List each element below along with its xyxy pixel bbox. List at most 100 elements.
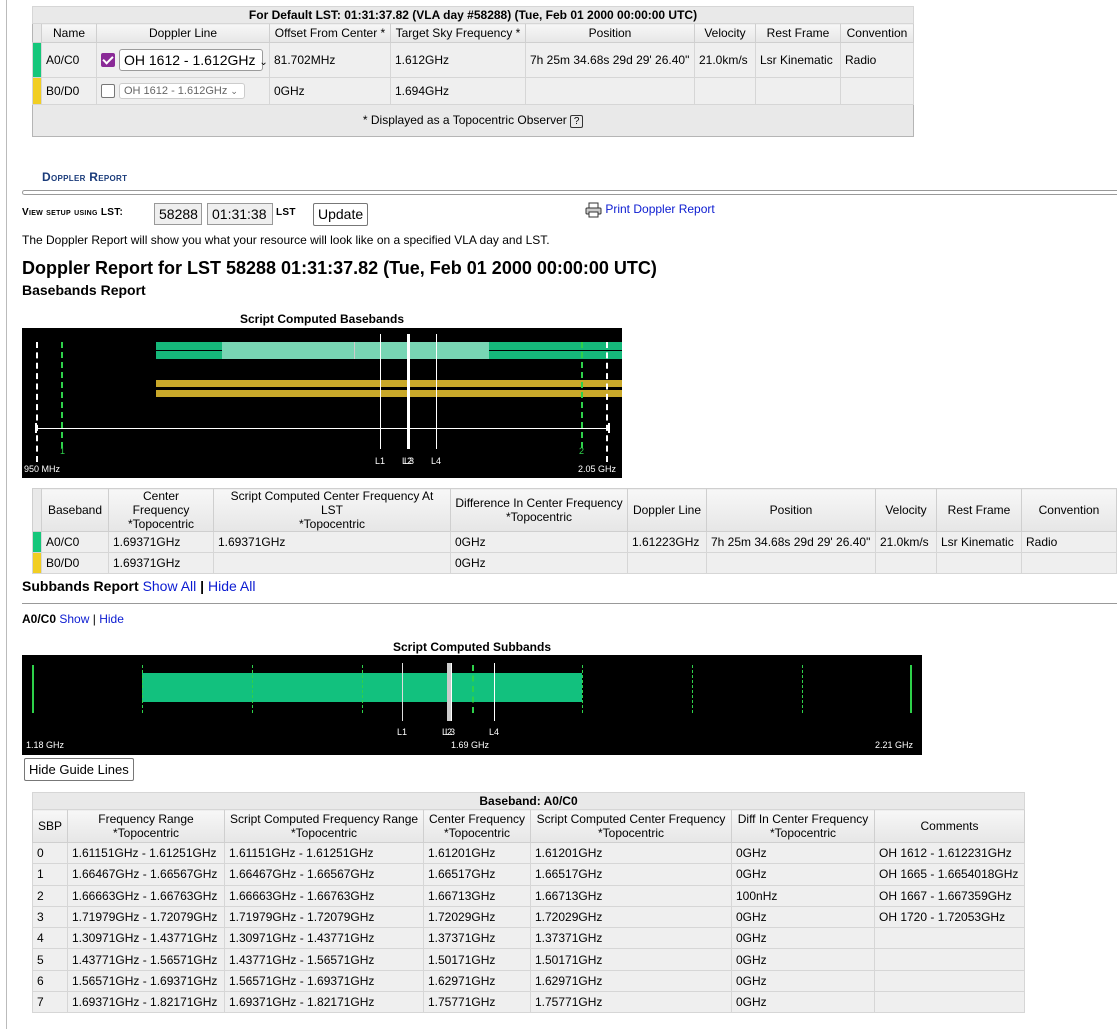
guide-line bbox=[142, 665, 143, 713]
position-cell bbox=[525, 77, 695, 105]
doppler-line-select[interactable]: OH 1612 - 1.612GHz ⌄ bbox=[119, 49, 268, 71]
guide-line bbox=[802, 665, 803, 713]
bb-doppler-line: 1.61223GHz bbox=[627, 531, 707, 553]
sbp-comment: OH 1612 - 1.612231GHz bbox=[874, 841, 1025, 865]
rest-frame-cell bbox=[755, 77, 841, 105]
doppler-line-select[interactable]: OH 1612 - 1.612GHz ⌄ bbox=[119, 83, 245, 99]
sbp-diff: 0GHz bbox=[731, 905, 875, 929]
axis-tick bbox=[35, 423, 37, 433]
basebands-heading: Basebands Report bbox=[22, 282, 146, 298]
spectral-line-l1 bbox=[380, 334, 381, 449]
doppler-line-cell: OH 1612 - 1.612GHz ⌄ bbox=[96, 77, 270, 105]
table-row: 4 1.30971GHz - 1.43771GHz 1.30971GHz - 1.4… bbox=[32, 927, 1025, 950]
doppler-line-cell: OH 1612 - 1.612GHz ⌄ bbox=[96, 42, 270, 78]
sbp-diff: 0GHz bbox=[731, 991, 875, 1014]
x-max-label: 2.05 GHz bbox=[578, 464, 617, 474]
bb-col-velocity: Velocity bbox=[875, 488, 937, 532]
subband-chart-title: Script Computed Subbands bbox=[392, 640, 551, 654]
chevron-down-icon: ⌄ bbox=[259, 57, 268, 68]
bb-position: 7h 25m 34.68s 29d 29' 26.40" bbox=[706, 531, 876, 553]
help-icon[interactable]: ? bbox=[570, 115, 584, 128]
enable-checkbox[interactable] bbox=[101, 53, 115, 67]
baseband-table: Baseband Center Frequency *Topocentric Sc… bbox=[32, 488, 1117, 574]
bb-col-script-center: Script Computed Center Frequency At LST *… bbox=[213, 488, 451, 532]
sbp-freq-range: 1.56571GHz - 1.69371GHz bbox=[67, 969, 225, 993]
line-label-l3: L3 bbox=[404, 456, 415, 466]
bb-convention: Radio bbox=[1021, 531, 1117, 553]
section-divider bbox=[22, 190, 1117, 195]
guide-line bbox=[606, 342, 608, 462]
sbp-script-range: 1.69371GHz - 1.82171GHz bbox=[224, 991, 424, 1014]
update-button[interactable]: Update bbox=[313, 203, 369, 226]
x-max-label: 2.21 GHz bbox=[875, 740, 914, 750]
sbp-diff: 0GHz bbox=[731, 841, 875, 865]
bb-diff: 0GHz bbox=[450, 531, 628, 553]
color-swatch bbox=[32, 531, 42, 553]
lst-day-input[interactable]: 58288 bbox=[154, 203, 202, 225]
sbp-diff: 100nHz bbox=[731, 884, 875, 907]
separator: | bbox=[200, 578, 205, 594]
subbands-heading-row: Subbands Report Show All | Hide All bbox=[22, 578, 255, 594]
guide-line bbox=[582, 665, 583, 713]
sbp-col-script-center: Script Computed Center Frequency *Topocen… bbox=[530, 809, 732, 843]
convention-cell bbox=[840, 77, 914, 105]
print-report-link[interactable]: Print Doppler Report bbox=[605, 202, 714, 216]
print-report-link-wrap[interactable]: Print Doppler Report bbox=[585, 202, 715, 218]
table-row: 7 1.69371GHz - 1.82171GHz 1.69371GHz - 1.8… bbox=[32, 991, 1025, 1014]
sbp-index: 6 bbox=[32, 969, 68, 993]
sbp-center: 1.50171GHz bbox=[423, 948, 531, 971]
guide-line bbox=[692, 665, 693, 713]
sbp-col-diff: Diff In Center Frequency *Topocentric bbox=[731, 809, 875, 843]
bb-convention bbox=[1021, 552, 1117, 574]
line-label-l4: L4 bbox=[431, 456, 442, 466]
show-all-link[interactable]: Show All bbox=[143, 578, 197, 594]
lst-time-input[interactable]: 01:31:38 bbox=[207, 203, 273, 225]
sbp-col-script-range: Script Computed Frequency Range *Topocent… bbox=[224, 809, 424, 843]
guide-line bbox=[910, 665, 912, 713]
sbp-center: 1.66517GHz bbox=[423, 863, 531, 886]
sbp-comment: OH 1665 - 1.6654018GHz bbox=[874, 863, 1025, 886]
spectral-line-l3 bbox=[409, 334, 410, 449]
footnote-cell: * Displayed as a Topocentric Observer ? bbox=[33, 105, 914, 137]
target-cell: 1.612GHz bbox=[390, 42, 526, 78]
sbp-freq-range: 1.71979GHz - 1.72079GHz bbox=[67, 905, 225, 929]
guide-line bbox=[354, 342, 355, 359]
bb-toggle-row: A0/C0 Show | Hide bbox=[22, 612, 124, 626]
axis-line bbox=[35, 428, 610, 429]
enable-checkbox[interactable] bbox=[101, 84, 115, 98]
table-row: 2 1.66663GHz - 1.66763GHz 1.66663GHz - 1.6… bbox=[32, 884, 1025, 907]
guide-line bbox=[581, 342, 583, 448]
sbp-center: 1.75771GHz bbox=[423, 991, 531, 1014]
bb-doppler-line bbox=[627, 552, 707, 574]
sbp-index: 1 bbox=[32, 863, 68, 886]
hide-all-link[interactable]: Hide All bbox=[208, 578, 255, 594]
subbands-heading: Subbands Report bbox=[22, 578, 139, 594]
hide-guide-lines-button[interactable]: Hide Guide Lines bbox=[24, 758, 134, 781]
guide-label: 2 bbox=[579, 446, 585, 456]
table-row: 3 1.71979GHz - 1.72079GHz 1.71979GHz - 1.7… bbox=[32, 905, 1025, 929]
sbp-col-sbp: SBP bbox=[32, 809, 68, 843]
spectral-line-l1 bbox=[402, 663, 403, 721]
sbp-comment bbox=[874, 969, 1025, 993]
left-border bbox=[6, 0, 7, 1029]
bb-col-baseband: Baseband bbox=[41, 488, 109, 532]
sbp-script-center: 1.37371GHz bbox=[530, 927, 732, 950]
line-label-l1: L1 bbox=[375, 456, 386, 466]
guide-line bbox=[32, 665, 34, 713]
row-name: B0/D0 bbox=[41, 77, 97, 105]
sbp-script-center: 1.66713GHz bbox=[530, 884, 732, 907]
hide-link[interactable]: Hide bbox=[99, 612, 124, 626]
col-convention: Convention bbox=[840, 23, 914, 43]
sbp-col-center: Center Frequency *Topocentric bbox=[423, 809, 531, 843]
sbp-comment: OH 1667 - 1.667359GHz bbox=[874, 884, 1025, 907]
sbp-index: 2 bbox=[32, 884, 68, 907]
view-setup-label: View setup using LST: bbox=[22, 207, 124, 218]
table-row: 5 1.43771GHz - 1.56571GHz 1.43771GHz - 1.5… bbox=[32, 948, 1025, 971]
sbp-diff: 0GHz bbox=[731, 969, 875, 993]
offset-cell: 0GHz bbox=[269, 77, 391, 105]
lst-label: LST bbox=[276, 207, 296, 218]
table-row: 6 1.56571GHz - 1.69371GHz 1.56571GHz - 1.6… bbox=[32, 969, 1025, 993]
show-link[interactable]: Show bbox=[59, 612, 89, 626]
sbp-script-center: 1.50171GHz bbox=[530, 948, 732, 971]
sbp-script-range: 1.43771GHz - 1.56571GHz bbox=[224, 948, 424, 971]
